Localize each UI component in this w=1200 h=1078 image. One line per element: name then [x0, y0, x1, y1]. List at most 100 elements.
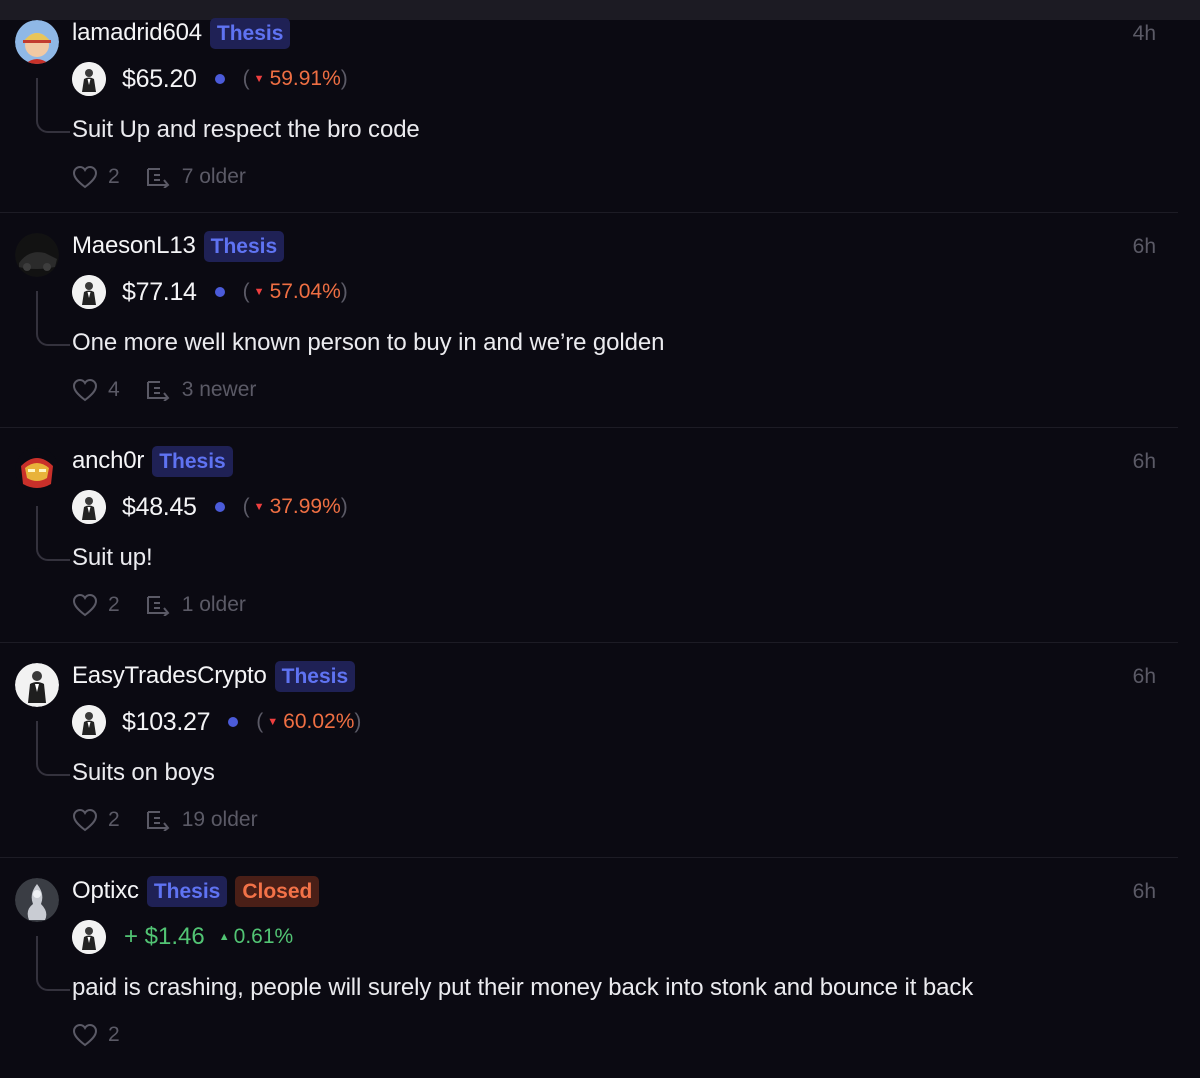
like-count: 2: [108, 808, 120, 831]
thread-line: [36, 506, 70, 561]
post-actions: 2 19 older: [72, 805, 284, 835]
username[interactable]: lamadrid604: [72, 19, 202, 47]
heart-icon: [72, 808, 98, 832]
thread-icon: [146, 381, 170, 401]
status-dot: [214, 287, 225, 297]
post-text: Suit Up and respect the bro code: [72, 116, 420, 143]
post-actions: 2: [72, 1020, 146, 1050]
like-button[interactable]: 2: [72, 808, 120, 832]
like-button[interactable]: 2: [72, 1023, 120, 1047]
realized-profit: + $1.46: [124, 923, 205, 950]
timestamp: 4h: [1132, 22, 1156, 45]
post[interactable]: Optixc Thesis Closed 6h + $1.46 ▲ 0.61% p…: [0, 858, 1178, 1078]
down-triangle-icon: ▼: [253, 286, 265, 298]
post[interactable]: anch0r Thesis 6h $48.45 (▼ 37.99%) Suit u…: [0, 428, 1178, 643]
thesis-badge: Thesis: [146, 875, 228, 907]
post[interactable]: EasyTradesCrypto Thesis 6h $103.27 (▼ 60.…: [0, 643, 1178, 858]
thread-button[interactable]: 1 older: [146, 593, 246, 617]
up-triangle-icon: ▲: [218, 931, 230, 943]
post-header: anch0r Thesis: [72, 444, 233, 478]
thread-line: [36, 936, 70, 991]
position-price: $48.45: [122, 492, 197, 521]
price-change: (▼ 57.04%): [242, 280, 348, 303]
thread-button[interactable]: 3 newer: [146, 378, 257, 402]
status-dot: [214, 502, 225, 512]
token-icon[interactable]: [72, 275, 106, 309]
position-price: $65.20: [122, 64, 197, 93]
position-row: $103.27 (▼ 60.02%): [72, 705, 361, 739]
post-header: Optixc Thesis Closed: [72, 874, 320, 908]
post-actions: 4 3 newer: [72, 375, 282, 405]
thread-button[interactable]: 7 older: [146, 165, 246, 189]
price-change: (▼ 59.91%): [242, 67, 348, 90]
thesis-badge: Thesis: [203, 230, 285, 262]
username[interactable]: MaesonL13: [72, 232, 196, 260]
avatar[interactable]: [15, 448, 59, 492]
token-icon[interactable]: [72, 920, 106, 954]
thread-button[interactable]: 19 older: [146, 808, 258, 832]
thread-icon: [146, 168, 170, 188]
down-triangle-icon: ▼: [253, 73, 265, 85]
position-row: $65.20 (▼ 59.91%): [72, 62, 348, 96]
post-actions: 2 7 older: [72, 162, 272, 192]
down-triangle-icon: ▼: [267, 716, 279, 728]
post[interactable]: MaesonL13 Thesis 6h $77.14 (▼ 57.04%) One…: [0, 213, 1178, 428]
position-price: $103.27: [122, 707, 211, 736]
post-header: EasyTradesCrypto Thesis: [72, 659, 356, 693]
token-icon[interactable]: [72, 62, 106, 96]
price-change: (▼ 60.02%): [256, 710, 362, 733]
thread-label: 7 older: [181, 165, 246, 188]
thread-icon: [146, 811, 170, 831]
thread-line: [36, 721, 70, 776]
like-button[interactable]: 2: [72, 593, 120, 617]
like-button[interactable]: 2: [72, 165, 120, 189]
username[interactable]: anch0r: [72, 447, 144, 475]
post-text: One more well known person to buy in and…: [72, 329, 665, 356]
thread-label: 19 older: [181, 808, 258, 831]
avatar[interactable]: [15, 20, 59, 64]
thread-icon: [146, 596, 170, 616]
status-dot: [214, 74, 225, 84]
post-header: lamadrid604 Thesis: [72, 16, 291, 50]
avatar[interactable]: [15, 663, 59, 707]
like-count: 2: [108, 593, 120, 616]
token-icon[interactable]: [72, 490, 106, 524]
down-triangle-icon: ▼: [253, 501, 265, 513]
avatar[interactable]: [15, 233, 59, 277]
feed: lamadrid604 Thesis 4h $65.20 (▼ 59.91%) S…: [0, 17, 1178, 1078]
post-header: MaesonL13 Thesis: [72, 229, 285, 263]
status-dot: [228, 717, 239, 727]
like-button[interactable]: 4: [72, 378, 120, 402]
timestamp: 6h: [1132, 450, 1156, 473]
heart-icon: [72, 165, 98, 189]
username[interactable]: Optixc: [72, 877, 139, 905]
position-row: + $1.46 ▲ 0.61%: [72, 920, 293, 954]
like-count: 4: [108, 378, 120, 401]
heart-icon: [72, 593, 98, 617]
thesis-badge: Thesis: [152, 445, 233, 477]
timestamp: 6h: [1132, 665, 1156, 688]
thesis-badge: Thesis: [209, 17, 291, 49]
like-count: 2: [108, 165, 120, 188]
timestamp: 6h: [1132, 235, 1156, 258]
post[interactable]: lamadrid604 Thesis 4h $65.20 (▼ 59.91%) S…: [0, 17, 1178, 213]
price-change: ▲ 0.61%: [218, 925, 294, 948]
thread-label: 3 newer: [181, 378, 257, 401]
thread-line: [36, 291, 70, 346]
thesis-badge: Thesis: [274, 660, 356, 692]
like-count: 2: [108, 1023, 120, 1046]
heart-icon: [72, 1023, 98, 1047]
avatar[interactable]: [15, 878, 59, 922]
heart-icon: [72, 378, 98, 402]
closed-badge: Closed: [235, 875, 320, 907]
price-change: (▼ 37.99%): [242, 495, 348, 518]
position-row: $77.14 (▼ 57.04%): [72, 275, 348, 309]
position-price: $77.14: [122, 277, 197, 306]
position-row: $48.45 (▼ 37.99%): [72, 490, 348, 524]
post-text: Suits on boys: [72, 759, 215, 786]
timestamp: 6h: [1132, 880, 1156, 903]
token-icon[interactable]: [72, 705, 106, 739]
username[interactable]: EasyTradesCrypto: [72, 662, 267, 690]
post-text: paid is crashing, people will surely put…: [72, 974, 974, 1001]
post-actions: 2 1 older: [72, 590, 272, 620]
